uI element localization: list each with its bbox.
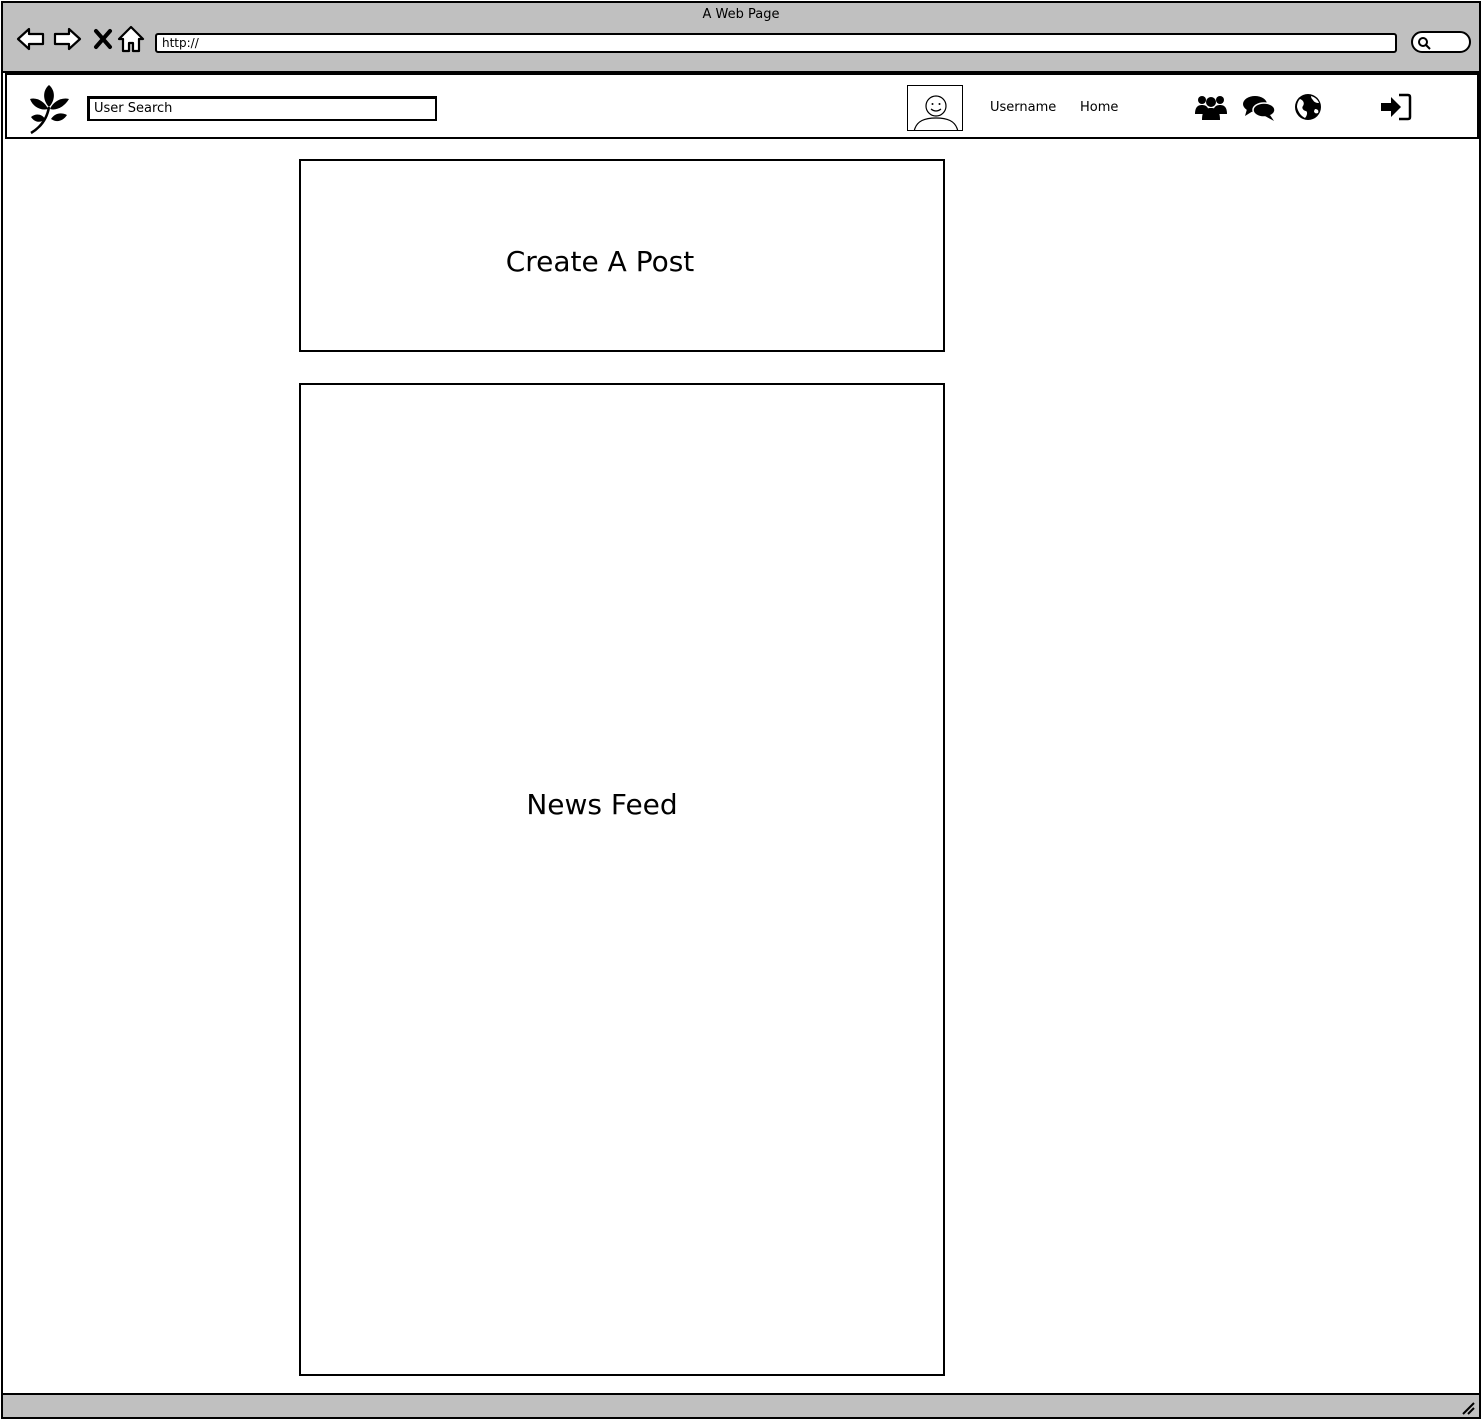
- globe-icon[interactable]: [1291, 90, 1325, 124]
- user-avatar-icon[interactable]: [907, 85, 963, 131]
- url-bar[interactable]: http://: [155, 33, 1397, 53]
- news-feed-panel: News Feed: [299, 383, 945, 1376]
- window-title: A Web Page: [702, 7, 780, 22]
- browser-chrome: A Web Page http://: [3, 3, 1479, 73]
- magnifier-icon: [1418, 37, 1431, 50]
- user-search-input[interactable]: User Search: [87, 96, 437, 121]
- browser-search-box[interactable]: [1411, 31, 1471, 53]
- group-icon[interactable]: [1194, 90, 1228, 124]
- forward-arrow-icon[interactable]: [51, 23, 83, 55]
- leaf-branch-icon[interactable]: [27, 81, 73, 135]
- browser-window: A Web Page http:// User Search Username …: [1, 1, 1481, 1419]
- home-link[interactable]: Home: [1080, 100, 1118, 116]
- home-icon[interactable]: [115, 23, 147, 55]
- resize-grip-icon[interactable]: [1459, 1399, 1475, 1415]
- back-arrow-icon[interactable]: [15, 23, 47, 55]
- create-post-panel[interactable]: Create A Post: [299, 159, 945, 352]
- username-link[interactable]: Username: [990, 100, 1056, 116]
- news-feed-label: News Feed: [526, 788, 678, 821]
- sign-in-icon[interactable]: [1379, 90, 1413, 124]
- status-bar: [3, 1393, 1479, 1417]
- app-header: User Search Username Home: [5, 73, 1479, 139]
- chat-icon[interactable]: [1242, 90, 1276, 124]
- create-post-label: Create A Post: [505, 245, 695, 278]
